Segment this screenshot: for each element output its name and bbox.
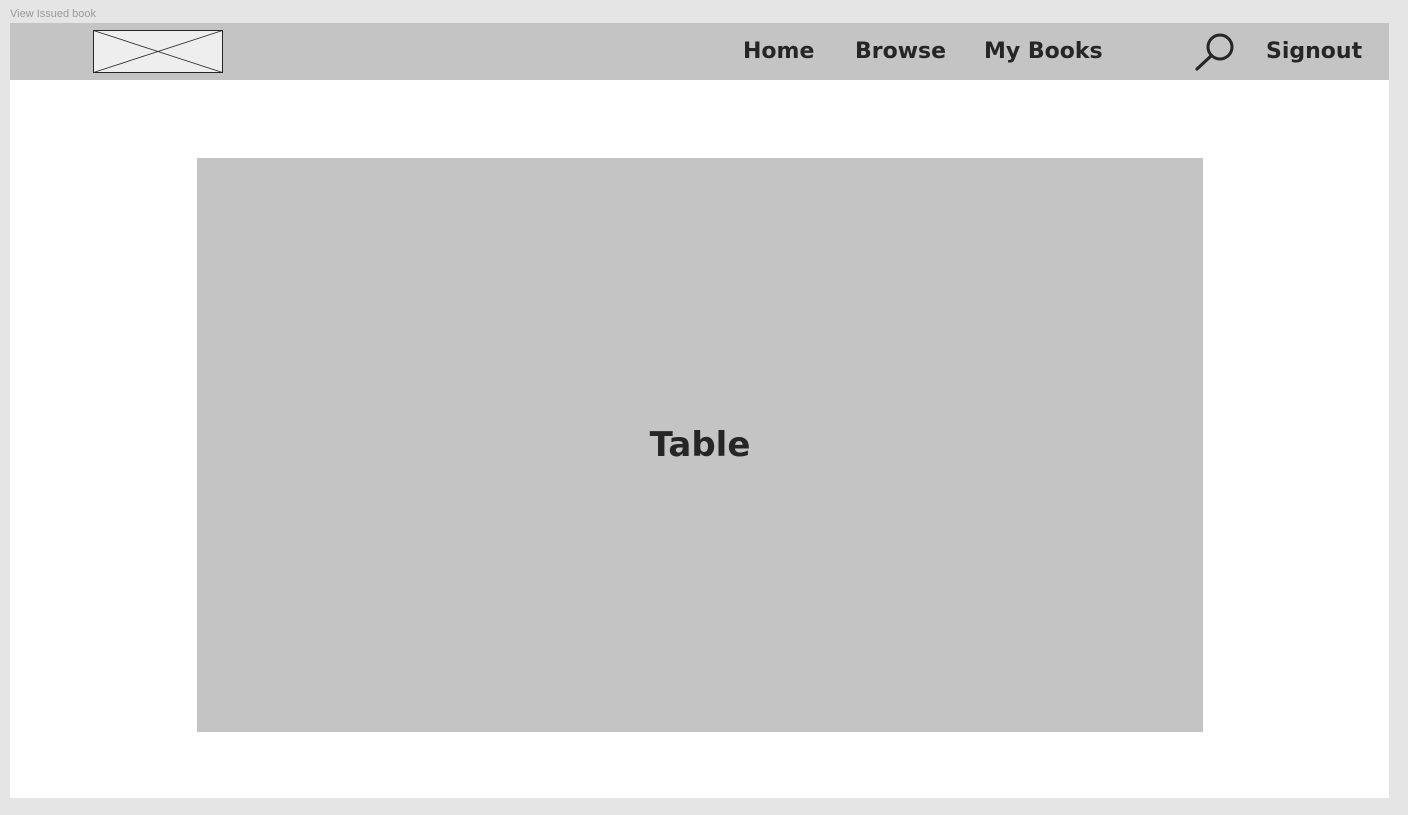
search-icon[interactable] xyxy=(1193,29,1239,73)
nav-my-books-link[interactable]: My Books xyxy=(984,37,1103,67)
nav-browse-link[interactable]: Browse xyxy=(855,37,946,67)
signout-link[interactable]: Signout xyxy=(1266,37,1362,67)
header-navbar: Home Browse My Books Signout xyxy=(10,23,1389,80)
table-placeholder-label: Table xyxy=(649,425,751,465)
image-placeholder-icon xyxy=(93,30,223,73)
table-placeholder: Table xyxy=(197,158,1203,732)
frame-title: View Issued book xyxy=(10,8,97,20)
nav-home-link[interactable]: Home xyxy=(743,37,814,67)
page-frame: Home Browse My Books Signout Table xyxy=(10,23,1389,798)
logo-placeholder-icon[interactable] xyxy=(93,30,223,73)
